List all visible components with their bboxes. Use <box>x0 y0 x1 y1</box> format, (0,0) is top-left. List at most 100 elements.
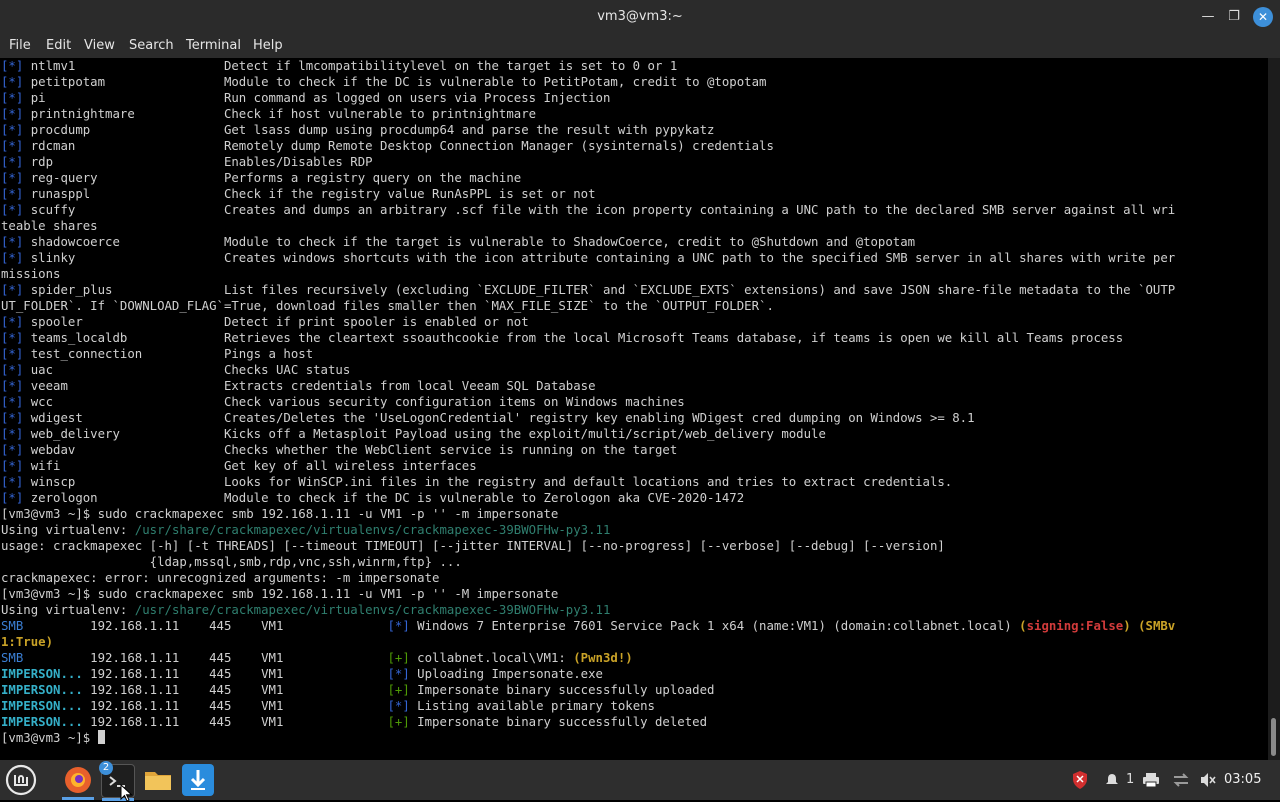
close-icon[interactable]: ✕ <box>1253 7 1273 27</box>
terminal-line: [*] wcc Check various security configura… <box>1 394 1175 410</box>
terminal-text: 1:True) <box>1 635 54 649</box>
terminal-line: [*] reg-query Performs a registry query … <box>1 170 1175 186</box>
terminal-text: wdigest Creates/Deletes the 'UseLogonCre… <box>23 411 975 425</box>
mint-menu-icon[interactable] <box>5 764 37 796</box>
scrollbar-thumb[interactable] <box>1271 718 1276 756</box>
terminal-scrollbar[interactable] <box>1268 58 1280 760</box>
terminal-text: (Pwn3d!) <box>573 651 633 665</box>
terminal-text: missions <box>1 267 61 281</box>
terminal-line: [*] procdump Get lsass dump using procdu… <box>1 122 1175 138</box>
terminal-text: [*] <box>1 171 24 185</box>
window-titlebar[interactable]: vm3@vm3:~ — ❐ ✕ <box>0 0 1280 34</box>
firefox-icon[interactable] <box>62 764 94 800</box>
terminal-text: /usr/share/crackmapexec/virtualenvs/crac… <box>134 523 611 537</box>
menu-edit[interactable]: Edit <box>45 34 72 58</box>
terminal-text: Using virtualenv: <box>1 523 135 537</box>
terminal-text: SMB <box>1 619 24 633</box>
terminal-text: SMB <box>1 651 24 665</box>
terminal-text: spider_plus List files recursively (excl… <box>23 283 1176 297</box>
minimize-icon[interactable]: — <box>1198 7 1218 27</box>
terminal-text: UT_FOLDER`. If `DOWNLOAD_FLAG`=True, dow… <box>1 299 774 313</box>
terminal-line: [*] wifi Get key of all wireless interfa… <box>1 458 1175 474</box>
terminal-text: collabnet.local\VM1: <box>409 651 574 665</box>
terminal-line: SMB 192.168.1.11 445 VM1 [+] collabnet.l… <box>1 650 1175 666</box>
notifications-count: 1 <box>1126 772 1135 787</box>
volume-muted-icon[interactable] <box>1199 760 1217 800</box>
notifications-icon[interactable] <box>1104 760 1120 800</box>
terminal-line: [*] petitpotam Module to check if the DC… <box>1 74 1175 90</box>
terminal-text: rdp Enables/Disables RDP <box>23 155 373 169</box>
terminal-text: IMPERSON... <box>1 715 83 729</box>
terminal-line: [*] web_delivery Kicks off a Metasploit … <box>1 426 1175 442</box>
terminal-text: web_delivery Kicks off a Metasploit Payl… <box>23 427 826 441</box>
menu-terminal[interactable]: Terminal <box>185 34 242 58</box>
terminal-line: [*] zerologon Module to check if the DC … <box>1 490 1175 506</box>
terminal-text: teable shares <box>1 219 98 233</box>
terminal-text: wcc Check various security configuration… <box>23 395 685 409</box>
terminal-text: [*] <box>1 363 24 377</box>
terminal-text: [vm3@vm3 ~]$ sudo crackmapexec smb 192.1… <box>1 507 559 521</box>
maximize-icon[interactable]: ❐ <box>1224 7 1244 27</box>
terminal-text: 192.168.1.11 445 VM1 <box>82 667 388 681</box>
terminal-text: [*] <box>1 139 24 153</box>
terminal-text: Uploading Impersonate.exe <box>409 667 603 681</box>
terminal-line: [*] spooler Detect if print spooler is e… <box>1 314 1175 330</box>
window-title: vm3@vm3:~ <box>597 9 683 24</box>
menu-file[interactable]: File <box>8 34 32 58</box>
terminal-text: slinky Creates windows shortcuts with th… <box>23 251 1176 265</box>
terminal-text: [*] <box>1 75 24 89</box>
terminal-text: procdump Get lsass dump using procdump64… <box>23 123 715 137</box>
terminal-line: [*] webdav Checks whether the WebClient … <box>1 442 1175 458</box>
terminal-text: [*] <box>1 459 24 473</box>
terminal-line: crackmapexec: error: unrecognized argume… <box>1 570 1175 586</box>
terminal-line: IMPERSON... 192.168.1.11 445 VM1 [*] Upl… <box>1 666 1175 682</box>
window-count-badge: 2 <box>99 761 113 775</box>
network-icon[interactable] <box>1172 760 1190 800</box>
terminal-line: UT_FOLDER`. If `DOWNLOAD_FLAG`=True, dow… <box>1 298 1175 314</box>
menu-bar: File Edit View Search Terminal Help <box>0 34 1280 58</box>
terminal-text: [*] <box>1 155 24 169</box>
terminal-text: [*] <box>1 379 24 393</box>
terminal-text: reg-query Performs a registry query on t… <box>23 171 522 185</box>
terminal-text: scuffy Creates and dumps an arbitrary .s… <box>23 203 1176 217</box>
terminal-text: [*] <box>1 251 24 265</box>
printer-icon[interactable] <box>1142 760 1160 800</box>
terminal-line: [*] slinky Creates windows shortcuts wit… <box>1 250 1175 266</box>
terminal-text: IMPERSON... <box>1 683 83 697</box>
terminal-line: [*] wdigest Creates/Deletes the 'UseLogo… <box>1 410 1175 426</box>
terminal-text: 192.168.1.11 445 VM1 <box>82 683 388 697</box>
menu-search[interactable]: Search <box>128 34 175 58</box>
menu-view[interactable]: View <box>83 34 116 58</box>
terminal-text: [*] <box>1 331 24 345</box>
shield-icon[interactable] <box>1070 760 1090 800</box>
terminal-text: [*] <box>1 347 24 361</box>
files-icon[interactable] <box>142 764 174 796</box>
terminal-line: [*] printnightmare Check if host vulnera… <box>1 106 1175 122</box>
terminal-text: webdav Checks whether the WebClient serv… <box>23 443 678 457</box>
terminal-lines: [*] ntlmv1 Detect if lmcompatibilityleve… <box>1 58 1175 746</box>
terminal-line: teable shares <box>1 218 1175 234</box>
terminal-text: [+] <box>387 683 410 697</box>
terminal-text: [+] <box>387 651 410 665</box>
terminal-line: IMPERSON... 192.168.1.11 445 VM1 [*] Lis… <box>1 698 1175 714</box>
menu-help[interactable]: Help <box>252 34 284 58</box>
terminal-text: [*] <box>1 427 24 441</box>
terminal-text: [*] <box>1 395 24 409</box>
terminal-text: crackmapexec: error: unrecognized argume… <box>1 571 440 585</box>
terminal-output[interactable]: [*] ntlmv1 Detect if lmcompatibilityleve… <box>0 58 1268 760</box>
terminal-text: 192.168.1.11 445 VM1 <box>23 651 388 665</box>
terminal-text: zerologon Module to check if the DC is v… <box>23 491 745 505</box>
terminal-text: [*] <box>1 235 24 249</box>
terminal-text: petitpotam Module to check if the DC is … <box>23 75 767 89</box>
terminal-line: missions <box>1 266 1175 282</box>
terminal-text: [*] <box>1 411 24 425</box>
terminal-text: usage: crackmapexec [-h] [-t THREADS] [-… <box>1 539 945 553</box>
terminal-text: (SMBv <box>1138 619 1176 633</box>
terminal-text: /usr/share/crackmapexec/virtualenvs/crac… <box>134 603 611 617</box>
terminal-text: [*] <box>1 315 24 329</box>
terminal-text: ntlmv1 Detect if lmcompatibilitylevel on… <box>23 59 678 73</box>
update-manager-icon[interactable] <box>182 764 214 796</box>
taskbar-clock[interactable]: 03:05 <box>1224 760 1261 800</box>
terminal-text: ) <box>1123 619 1131 633</box>
terminal-text: Listing available primary tokens <box>409 699 655 713</box>
